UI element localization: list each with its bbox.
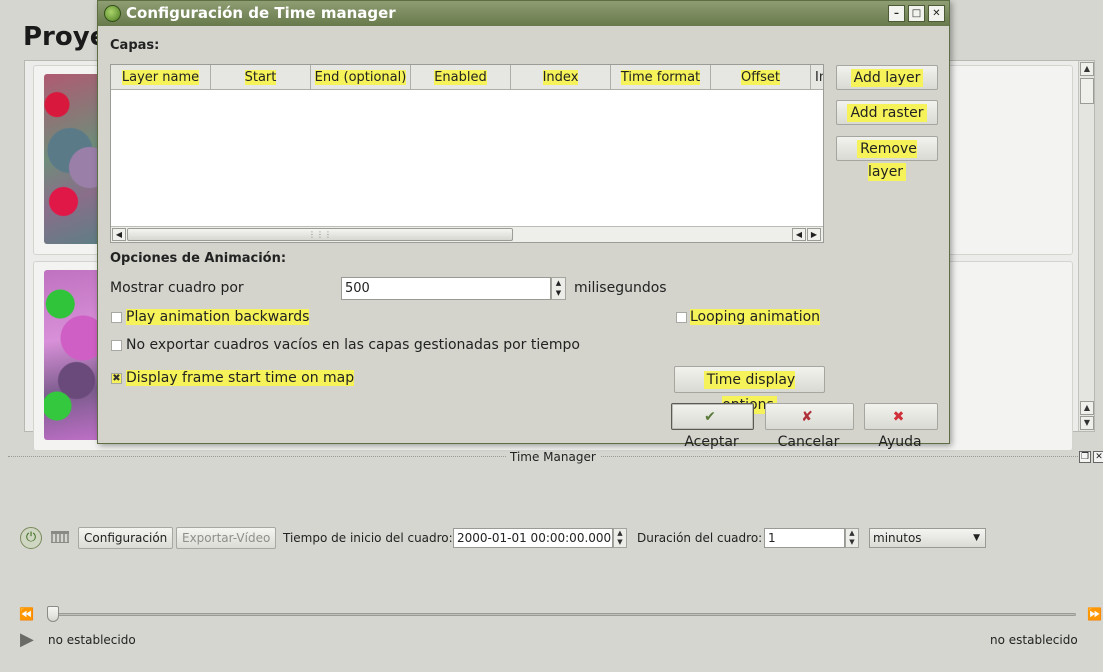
add-raster-button[interactable]: Add raster <box>836 100 938 125</box>
column-header-label: End (optional) <box>314 70 407 85</box>
show-frame-label: Mostrar cuadro por <box>110 280 244 296</box>
scroll-left-icon[interactable]: ◀ <box>112 228 126 241</box>
scroll-right-icon[interactable]: ▶ <box>807 228 821 241</box>
dock-title: Time Manager <box>506 450 600 464</box>
column-header-label: Index <box>542 70 579 85</box>
cancel-x-icon: ✘ <box>801 409 813 425</box>
accept-button[interactable]: ✔ Aceptar <box>671 403 754 450</box>
layers-table[interactable]: Layer name Start End (optional) Enabled … <box>110 64 824 243</box>
table-horizontal-scrollbar[interactable]: ◀ ⋮⋮⋮ ◀ ▶ <box>111 226 823 242</box>
checkmark-icon: ✔ <box>704 409 716 425</box>
scroll-up-icon[interactable]: ▲ <box>1080 401 1094 415</box>
layers-section-label: Capas: <box>110 38 160 53</box>
looping-text: Looping animation <box>690 309 821 325</box>
fast-forward-icon[interactable]: ⏩ <box>1087 607 1102 621</box>
rewind-icon[interactable]: ⏪ <box>19 607 34 621</box>
no-export-empty-label: No exportar cuadros vacíos en las capas … <box>126 337 580 353</box>
help-button[interactable]: ✖ Ayuda <box>864 403 938 450</box>
remove-layer-label: Remove layer <box>857 140 917 181</box>
display-start-time-label: Display frame start time on map <box>126 370 355 386</box>
power-toggle-icon[interactable]: ⏻ <box>20 527 42 549</box>
archive-icon[interactable] <box>51 531 69 543</box>
minimize-icon[interactable]: – <box>888 5 905 22</box>
looping-label: Looping animation <box>690 309 821 325</box>
end-status-text: no establecido <box>990 633 1078 647</box>
display-start-time-text: Display frame start time on map <box>126 370 355 386</box>
display-start-time-checkbox[interactable]: ✖ <box>111 373 122 384</box>
export-video-button[interactable]: Exportar-Vídeo <box>176 527 277 549</box>
qgis-logo-icon <box>104 5 121 22</box>
dialog-title: Configuración de Time manager <box>126 4 396 22</box>
column-header-label: In <box>815 70 823 85</box>
column-header-end[interactable]: End (optional) <box>311 65 411 90</box>
time-display-options-button[interactable]: Time display options <box>674 366 825 414</box>
unit-select[interactable]: minutos ▼ <box>869 528 986 548</box>
start-time-input[interactable]: 2000-01-01 00:00:00.000 <box>453 528 613 548</box>
duration-label: Duración del cuadro: <box>637 531 763 545</box>
accept-label: Aceptar <box>684 434 739 450</box>
column-header-label: Offset <box>740 70 781 85</box>
frame-interval-input[interactable]: 500 <box>341 277 551 300</box>
play-icon[interactable]: ▶ <box>20 631 34 649</box>
layers-table-header: Layer name Start End (optional) Enabled … <box>111 65 823 90</box>
scroll-left-icon[interactable]: ◀ <box>792 228 806 241</box>
dialog-titlebar[interactable]: Configuración de Time manager – □ ✕ <box>98 1 949 26</box>
column-header-index[interactable]: Index <box>511 65 611 90</box>
help-label: Ayuda <box>878 434 922 450</box>
looping-checkbox[interactable] <box>676 312 687 323</box>
animation-section-label: Opciones de Animación: <box>110 251 287 266</box>
column-header-start[interactable]: Start <box>211 65 311 90</box>
play-backwards-text: Play animation backwards <box>126 309 310 325</box>
column-header-label: Start <box>244 70 277 85</box>
close-icon[interactable]: ✕ <box>928 5 945 22</box>
maximize-icon[interactable]: □ <box>908 5 925 22</box>
column-header-layer-name[interactable]: Layer name <box>111 65 211 90</box>
play-backwards-checkbox[interactable] <box>111 312 122 323</box>
add-layer-label: Add layer <box>850 69 924 87</box>
start-status-text: no establecido <box>48 633 136 647</box>
project-title: Proye <box>23 22 108 52</box>
column-header-label: Enabled <box>434 70 487 85</box>
configuracion-button[interactable]: Configuración <box>78 527 174 549</box>
scroll-thumb[interactable] <box>1080 78 1094 104</box>
start-time-label: Tiempo de inicio del cuadro: <box>283 531 453 545</box>
cancel-button[interactable]: ✘ Cancelar <box>765 403 854 450</box>
add-raster-label: Add raster <box>847 104 927 122</box>
chevron-down-icon: ▼ <box>973 533 980 543</box>
time-slider-track[interactable] <box>48 613 1076 616</box>
time-slider-handle[interactable] <box>47 606 59 622</box>
add-layer-button[interactable]: Add layer <box>836 65 938 90</box>
cancel-label: Cancelar <box>777 434 840 450</box>
column-header-truncated[interactable]: In <box>811 65 823 90</box>
milliseconds-label: milisegundos <box>574 280 667 296</box>
column-header-enabled[interactable]: Enabled <box>411 65 511 90</box>
column-header-label: Layer name <box>121 70 200 85</box>
column-header-offset[interactable]: Offset <box>711 65 811 90</box>
scroll-up-icon[interactable]: ▲ <box>1080 62 1094 76</box>
duration-input[interactable]: 1 <box>764 528 845 548</box>
duration-spinner[interactable]: ▲ ▼ <box>845 528 859 548</box>
help-lifebuoy-icon: ✖ <box>892 409 905 425</box>
play-backwards-label: Play animation backwards <box>126 309 310 325</box>
unit-select-value: minutos <box>873 531 922 545</box>
table-scroll-thumb[interactable]: ⋮⋮⋮ <box>127 228 513 241</box>
dock-close-icon[interactable]: ✕ <box>1093 451 1103 463</box>
remove-layer-button[interactable]: Remove layer <box>836 136 938 181</box>
column-header-label: Time format <box>620 70 701 85</box>
scroll-down-icon[interactable]: ▼ <box>1080 416 1094 430</box>
frame-interval-spinner[interactable]: ▲ ▼ <box>551 277 566 300</box>
no-export-empty-checkbox[interactable] <box>111 340 122 351</box>
start-time-spinner[interactable]: ▲ ▼ <box>613 528 627 548</box>
vertical-scrollbar[interactable]: ▲ ▲ ▼ <box>1078 61 1094 431</box>
time-manager-config-dialog: Configuración de Time manager – □ ✕ Capa… <box>97 0 950 450</box>
column-header-time-format[interactable]: Time format <box>611 65 711 90</box>
dock-float-icon[interactable]: ❐ <box>1079 451 1091 463</box>
